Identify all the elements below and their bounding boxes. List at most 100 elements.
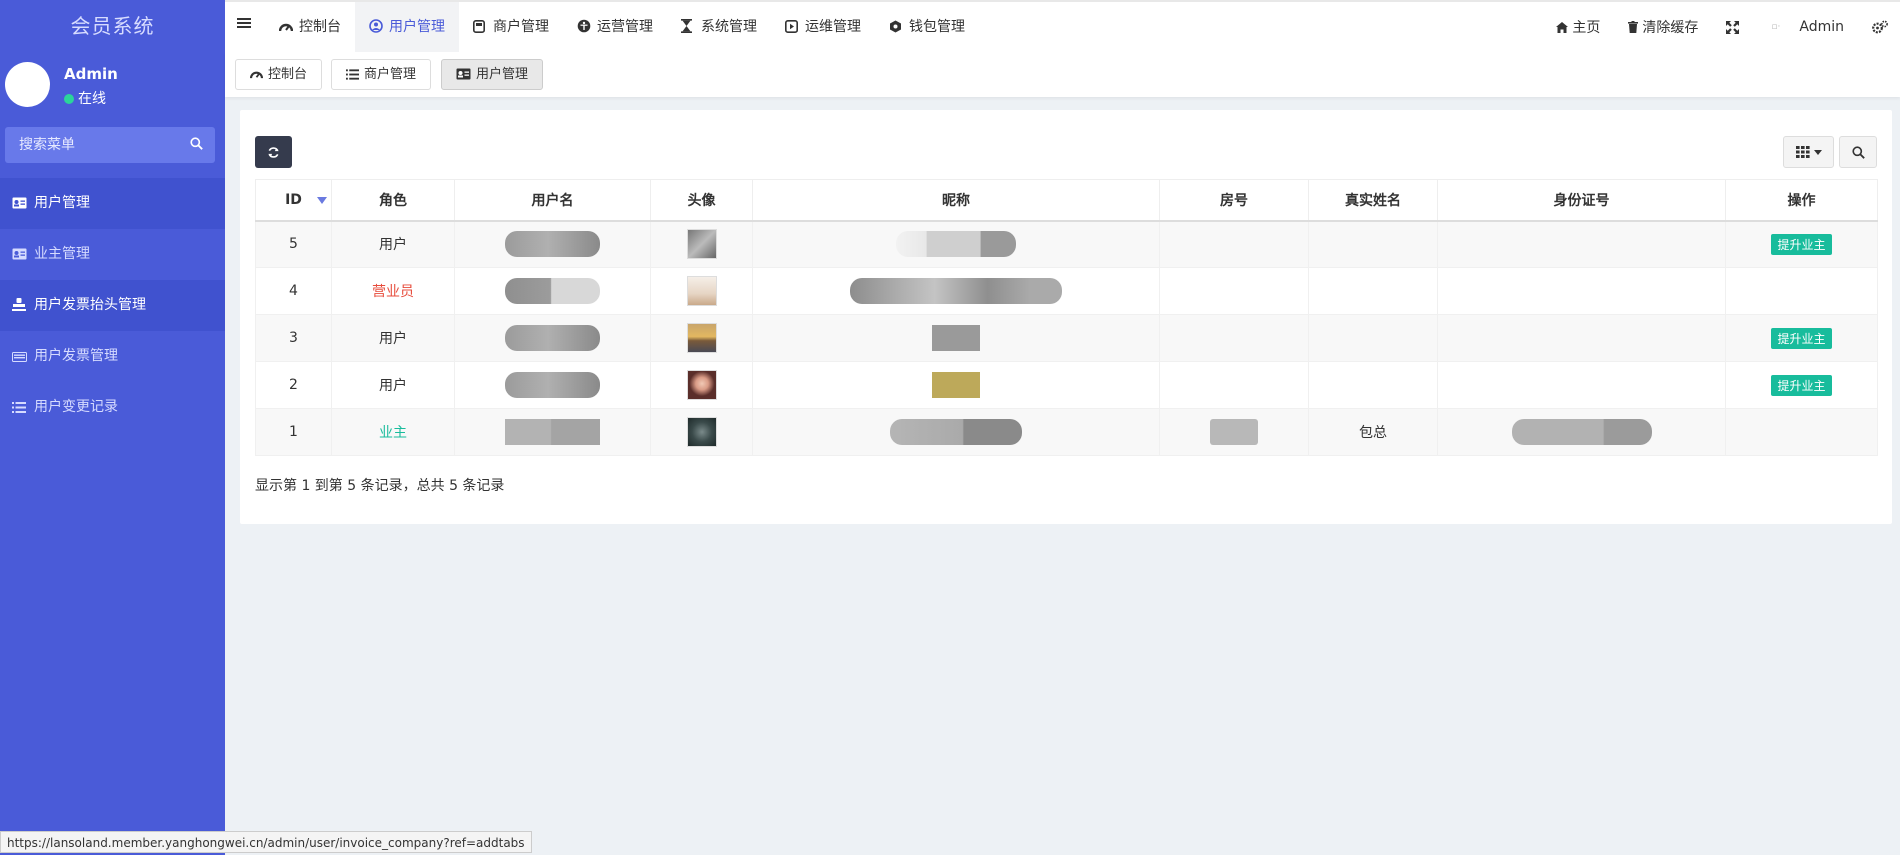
cell-username [454, 314, 651, 362]
store-icon [473, 4, 487, 54]
cell-role: 用户 [331, 314, 455, 362]
home-label: 主页 [1572, 20, 1601, 36]
nav-tab-label: 用户管理 [389, 19, 445, 35]
cell-idcard [1437, 361, 1726, 409]
redacted-room [1210, 419, 1258, 445]
promote-owner-button[interactable]: 提升业主 [1771, 233, 1832, 255]
table-header-row: ID 角色 用户名 头像 昵称 房号 真实姓名 身份证号 操作 [255, 179, 1878, 222]
avatar-thumbnail[interactable] [686, 323, 717, 353]
cell-actions: 提升业主 [1725, 220, 1878, 268]
nav-tab-wallet[interactable]: 钱包管理 [875, 2, 979, 52]
cell-id: 5 [255, 220, 332, 268]
sidebar-item-invoice-titles[interactable]: 用户发票抬头管理 [0, 280, 225, 331]
cell-room [1159, 314, 1309, 362]
cell-id: 3 [255, 314, 332, 362]
sidebar-item-users[interactable]: 用户管理 [0, 178, 225, 229]
keyboard-icon [12, 333, 28, 384]
col-header-id[interactable]: ID [255, 179, 332, 222]
cell-avatar [650, 220, 753, 268]
home-link[interactable]: 主页 [1542, 17, 1614, 37]
users-table: ID 角色 用户名 头像 昵称 房号 真实姓名 身份证号 操作 5 用户 提升业… [255, 179, 1878, 456]
cell-idcard [1437, 267, 1726, 315]
play-square-icon [785, 4, 799, 54]
cell-room [1159, 408, 1309, 456]
search-icon[interactable] [190, 137, 203, 154]
sidebar: 会员系统 Admin 在线 用户管理 业主管理 用户发票抬头管理 用户发票管理 … [0, 0, 225, 855]
col-header-username: 用户名 [454, 179, 651, 222]
clear-cache-button[interactable]: 清除缓存 [1614, 17, 1712, 37]
col-header-nickname: 昵称 [752, 179, 1160, 222]
avatar-thumbnail[interactable] [686, 370, 717, 400]
redacted-username [505, 325, 600, 351]
menu-search-input[interactable] [5, 127, 175, 163]
sidebar-item-owners[interactable]: 业主管理 [0, 229, 225, 280]
top-navbar: 控制台 用户管理 商户管理 运营管理 系统管理 运维管理 钱包管理 主页 清除缓… [225, 0, 1900, 52]
avatar-thumbnail[interactable] [686, 276, 717, 306]
sidebar-item-invoices[interactable]: 用户发票管理 [0, 331, 225, 382]
cell-nickname [752, 314, 1160, 362]
redacted-username [505, 278, 600, 304]
nav-tab-label: 钱包管理 [909, 19, 965, 35]
nav-tab-merchants[interactable]: 商户管理 [459, 2, 563, 52]
sort-desc-icon[interactable] [317, 197, 327, 204]
sidebar-item-label: 用户发票管理 [34, 348, 118, 364]
cell-actions [1725, 408, 1878, 456]
refresh-button[interactable] [255, 136, 292, 168]
col-header-role: 角色 [331, 179, 455, 222]
cell-room [1159, 220, 1309, 268]
nav-tab-label: 系统管理 [701, 19, 757, 35]
dashboard-icon [278, 4, 294, 54]
cell-room [1159, 267, 1309, 315]
sidebar-item-label: 业主管理 [34, 246, 90, 262]
col-header-label: ID [285, 191, 302, 208]
nav-tab-operations[interactable]: 运营管理 [563, 2, 667, 52]
sidebar-item-label: 用户变更记录 [34, 399, 118, 415]
page-tab-merchants[interactable]: 商户管理 [331, 59, 432, 90]
cell-username [454, 220, 651, 268]
page-tab-users[interactable]: 用户管理 [441, 59, 544, 90]
table-search-button[interactable] [1839, 136, 1877, 168]
columns-toggle-button[interactable] [1783, 136, 1834, 168]
redacted-nickname [932, 372, 980, 398]
settings-button[interactable] [1858, 20, 1900, 34]
nav-tab-system[interactable]: 系统管理 [667, 2, 771, 52]
broken-avatar-icon: ▫· [1771, 22, 1781, 32]
cell-idcard [1437, 220, 1726, 268]
table-row: 1 业主 包总 [255, 408, 1878, 456]
table-row: 4 营业员 [255, 267, 1878, 315]
cell-role: 用户 [331, 361, 455, 409]
table-row: 5 用户 提升业主 [255, 220, 1878, 268]
page-tab-dashboard[interactable]: 控制台 [235, 59, 323, 90]
admin-user-menu[interactable]: ▫· Admin [1757, 19, 1858, 35]
redacted-nickname [850, 278, 1062, 304]
admin-label: Admin [1799, 19, 1844, 35]
app-brand[interactable]: 会员系统 [0, 0, 225, 52]
nav-tab-dashboard[interactable]: 控制台 [265, 2, 355, 52]
col-header-idcard: 身份证号 [1437, 179, 1726, 222]
caret-down-icon [1813, 149, 1822, 155]
promote-owner-button[interactable]: 提升业主 [1771, 374, 1832, 396]
universal-access-icon [577, 4, 591, 54]
cell-idcard [1437, 314, 1726, 362]
nav-tab-label: 运营管理 [597, 19, 653, 35]
sidebar-item-change-log[interactable]: 用户变更记录 [0, 382, 225, 433]
clear-cache-label: 清除缓存 [1642, 20, 1699, 36]
cell-nickname [752, 361, 1160, 409]
avatar-thumbnail[interactable] [686, 229, 717, 260]
hamburger-menu-icon[interactable] [237, 16, 251, 34]
cell-avatar [650, 408, 753, 456]
pagination-summary: 显示第 1 到第 5 条记录，总共 5 条记录 [255, 478, 505, 494]
cell-actions: 提升业主 [1725, 361, 1878, 409]
cell-idcard [1437, 408, 1726, 456]
cell-username [454, 361, 651, 409]
nav-tab-label: 控制台 [299, 19, 341, 35]
avatar-thumbnail[interactable] [686, 417, 717, 447]
user-panel: Admin 在线 [0, 52, 225, 117]
sidebar-item-label: 用户发票抬头管理 [34, 297, 146, 313]
promote-owner-button[interactable]: 提升业主 [1771, 327, 1832, 349]
nav-tab-devops[interactable]: 运维管理 [771, 2, 875, 52]
nav-tab-users[interactable]: 用户管理 [355, 2, 459, 52]
fullscreen-button[interactable] [1712, 20, 1757, 34]
online-dot-icon [64, 94, 74, 104]
cell-id: 1 [255, 408, 332, 456]
